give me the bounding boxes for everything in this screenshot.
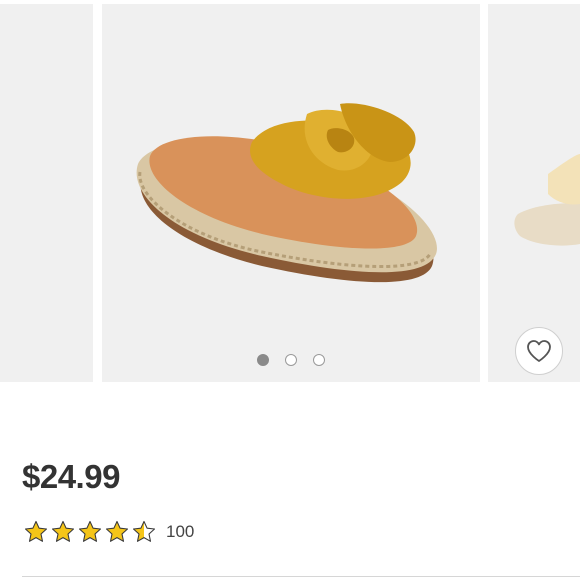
next-sandal-image — [514, 154, 580, 246]
favorite-button[interactable] — [515, 327, 563, 375]
review-count[interactable]: 100 — [166, 518, 194, 546]
next-product-image[interactable] — [488, 4, 580, 382]
carousel-dot-2[interactable] — [285, 354, 297, 366]
star-half-icon — [132, 520, 156, 544]
section-divider — [22, 576, 580, 577]
star-full-icon — [78, 520, 102, 544]
sandal-image — [136, 103, 437, 283]
carousel-dot-1[interactable] — [257, 354, 269, 366]
carousel-dots — [102, 354, 480, 366]
star-full-icon — [24, 520, 48, 544]
carousel-dot-3[interactable] — [313, 354, 325, 366]
rating-stars — [24, 520, 156, 544]
star-full-icon — [51, 520, 75, 544]
product-price: $24.99 — [22, 458, 120, 495]
previous-product-image[interactable] — [0, 4, 93, 382]
product-image[interactable] — [102, 4, 480, 382]
product-rating[interactable]: 100 — [24, 518, 194, 546]
heart-outline-icon — [527, 340, 551, 362]
star-full-icon — [105, 520, 129, 544]
product-image-carousel[interactable] — [0, 0, 580, 382]
